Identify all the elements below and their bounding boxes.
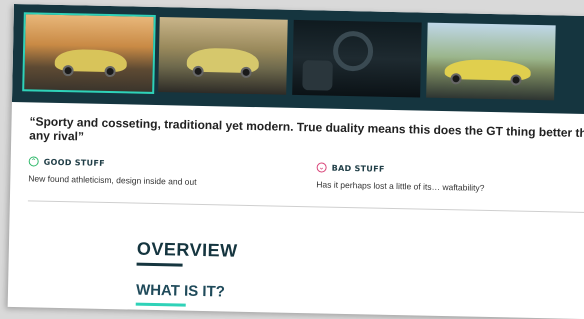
seat-image	[302, 60, 333, 91]
bad-stuff-text: Has it perhaps lost a little of its… waf…	[316, 179, 485, 193]
divider	[27, 200, 584, 214]
bad-stuff: ⌄ BAD STUFF Has it perhaps lost a little…	[316, 162, 485, 193]
good-stuff: ⌃ GOOD STUFF New found athleticism, desi…	[28, 156, 197, 187]
review-page: “Sporty and cosseting, traditional yet m…	[7, 4, 584, 319]
image-gallery	[11, 4, 584, 115]
gallery-thumb-2[interactable]	[158, 17, 288, 95]
chevron-down-icon: ⌄	[316, 162, 327, 173]
gallery-thumb-4[interactable]	[426, 22, 556, 101]
gallery-thumb-1[interactable]	[22, 12, 156, 94]
good-stuff-text: New found athleticism, design inside and…	[28, 173, 197, 187]
good-stuff-label: GOOD STUFF	[43, 157, 106, 168]
what-is-it-heading: WHAT IS IT?	[135, 281, 226, 301]
overview-underline	[136, 262, 183, 267]
bad-stuff-label: BAD STUFF	[331, 163, 385, 174]
steering-wheel-image	[332, 30, 374, 72]
review-quote: “Sporty and cosseting, traditional yet m…	[29, 114, 584, 144]
overview-heading: OVERVIEW	[136, 238, 238, 261]
gallery-thumb-3[interactable]	[292, 19, 422, 98]
chevron-up-icon: ⌃	[28, 156, 39, 167]
what-is-it-underline	[135, 302, 186, 307]
